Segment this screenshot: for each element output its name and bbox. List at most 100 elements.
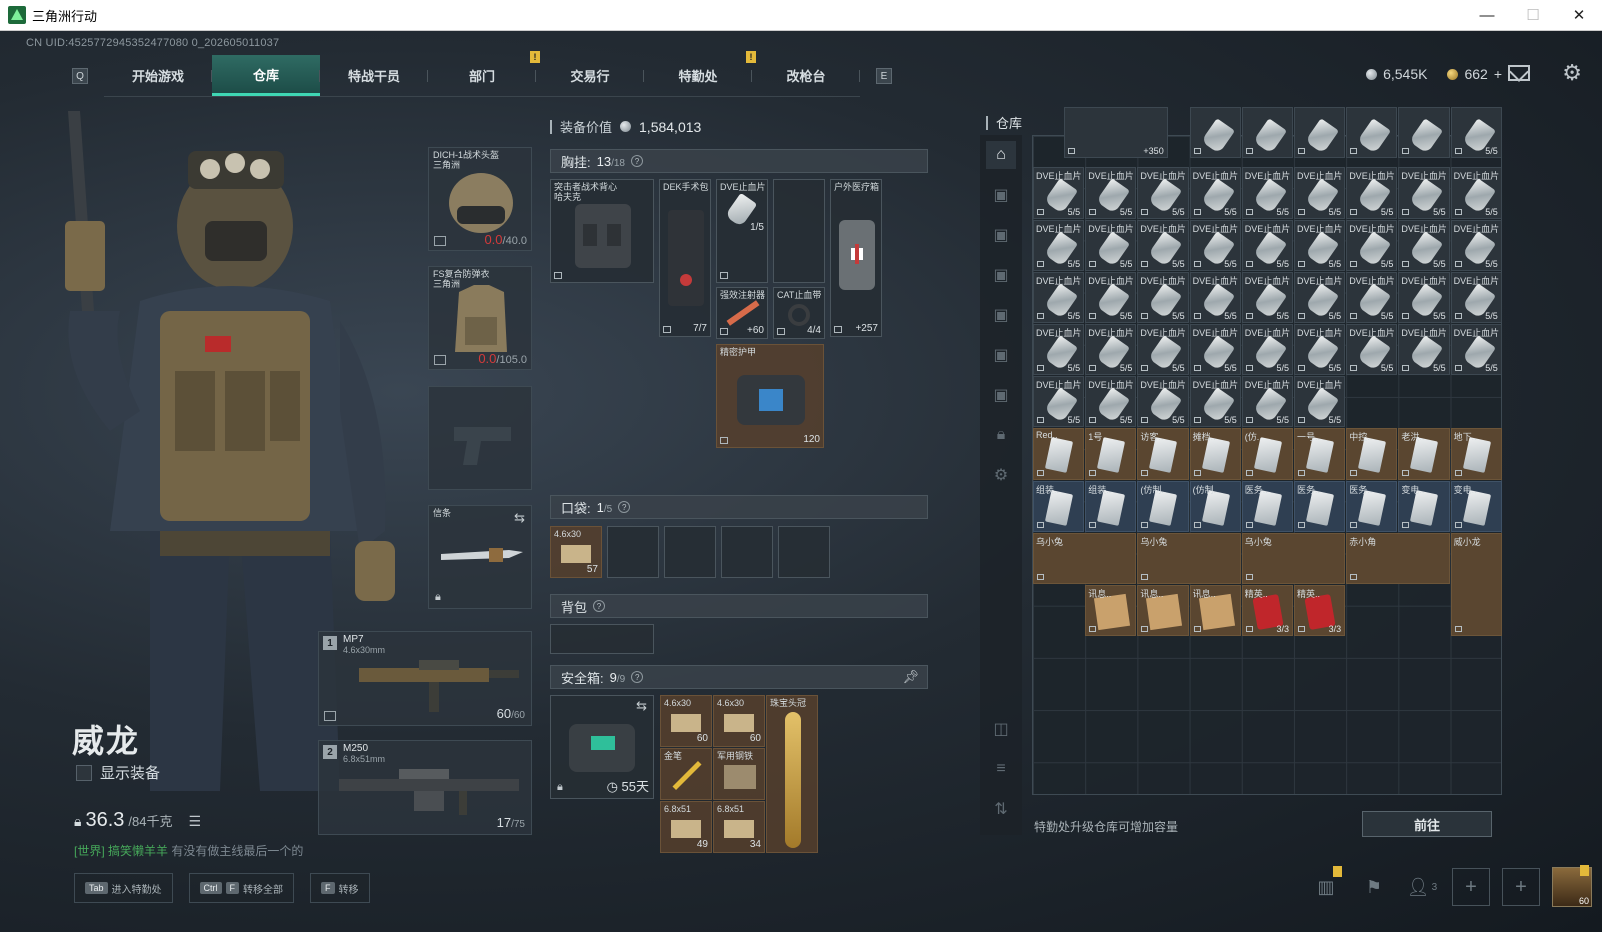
dve-bandage-item[interactable]: DVE止血片 5/5 — [1398, 167, 1450, 219]
safe-box[interactable]: ⇆ 🔒︎ ◷ 55天 — [550, 695, 654, 799]
dve-bandage-item[interactable]: DVE止血片 5/5 — [1137, 271, 1189, 323]
list-icon[interactable]: ☰ — [188, 813, 201, 830]
keycard-item[interactable]: 组装.. — [1085, 480, 1137, 532]
keycard-item[interactable]: 组装.. — [1033, 480, 1085, 532]
dve-bandage-item[interactable]: DVE止血片 5/5 — [1241, 271, 1293, 323]
add-currency-button[interactable]: + — [1494, 66, 1502, 82]
tourniquet-item[interactable]: CAT止血带 4/4 — [773, 287, 825, 339]
keycard-item[interactable]: Red.. — [1033, 428, 1085, 480]
collectible-item[interactable]: 乌小兔 — [1241, 532, 1346, 584]
settings-gear-icon[interactable]: ⚙ — [1562, 62, 1582, 84]
keycard-item[interactable]: 访客.. — [1137, 428, 1189, 480]
keycard-item[interactable]: (仿制.. — [1189, 480, 1241, 532]
goto-button[interactable]: 前往 — [1362, 811, 1492, 837]
maximize-button[interactable]: ☐ — [1510, 0, 1556, 30]
dve-bandage-item[interactable]: DVE止血片 5/5 — [1294, 219, 1346, 271]
show-gear-checkbox[interactable] — [76, 764, 92, 781]
keycard-item[interactable]: 变电.. — [1398, 480, 1450, 532]
pocket-slot-empty[interactable] — [721, 526, 773, 578]
surgery-kit-item[interactable]: DEK手术包 7/7 — [659, 179, 711, 337]
stash-tab-4[interactable]: ▣ — [986, 261, 1016, 289]
team-slot-add[interactable]: + — [1452, 868, 1490, 906]
chest-rig-item[interactable]: 突击者战术背心 哈夫克 — [550, 179, 654, 283]
dve-bandage-item[interactable]: DVE止血片 5/5 — [1189, 323, 1241, 376]
stash-lock-icon[interactable]: 🔒︎ — [986, 421, 1016, 449]
stash-tab-5[interactable]: ▣ — [986, 301, 1016, 329]
dve-bandage-item[interactable]: DVE止血片 5/5 — [1241, 219, 1293, 271]
dve-bandage-item[interactable]: DVE止血片 5/5 — [1398, 219, 1450, 271]
stash-item[interactable] — [1189, 107, 1241, 159]
dve-bandage-item[interactable]: DVE止血片 5/5 — [1450, 323, 1502, 376]
dve-bandage-item[interactable]: DVE止血片 5/5 — [1450, 219, 1502, 271]
nav-next-key[interactable]: E — [876, 68, 892, 84]
dve-bandage-item[interactable]: DVE止血片 5/5 — [1398, 271, 1450, 323]
keycard-item[interactable]: 医务.. — [1241, 480, 1293, 532]
medkit-item[interactable]: 户外医疗箱 +257 — [830, 179, 882, 337]
dve-bandage-item[interactable]: DVE止血片 5/5 — [1294, 323, 1346, 376]
dve-bandage-item[interactable]: DVE止血片 5/5 — [1346, 219, 1398, 271]
close-button[interactable]: ✕ — [1556, 0, 1602, 30]
dve-bandage-item[interactable]: DVE止血片 5/5 — [1398, 323, 1450, 376]
dve-bandage-item[interactable]: DVE止血片 5/5 — [1189, 271, 1241, 323]
pin-icon[interactable]: 📌︎ — [902, 669, 919, 685]
keycard-item[interactable]: (仿制.. — [1137, 480, 1189, 532]
stash-tab-all[interactable]: ⌂ — [986, 141, 1016, 169]
keycard-item[interactable]: 变电.. — [1450, 480, 1502, 532]
military-steel-item[interactable]: 军用钢铁 — [713, 748, 765, 800]
team-slot-add[interactable]: + — [1502, 868, 1540, 906]
stash-sort-icon[interactable]: ⇅ — [986, 795, 1016, 823]
dve-bandage-item[interactable]: DVE止血片 5/5 — [1189, 376, 1241, 428]
safe-ammo-item[interactable]: 4.6x30 60 — [660, 695, 712, 747]
stash-item[interactable]: +350 — [1064, 107, 1168, 159]
collectible-item[interactable]: 乌小兔 — [1137, 532, 1241, 584]
hotkey-special-ops[interactable]: Tab 进入特勤处 — [74, 873, 173, 903]
dve-bandage-item[interactable]: DVE止血片 5/5 — [1033, 376, 1085, 428]
friends-icon[interactable]: 👤︎ 3 — [1404, 869, 1440, 905]
crown-item[interactable]: 珠宝头冠 — [766, 695, 818, 853]
helmet-slot[interactable]: DICH-1战术头盔 三角洲 0.0/40.0 — [428, 147, 532, 251]
hotkey-transfer-all[interactable]: Ctrl F 转移全部 — [188, 873, 295, 903]
dve-bandage-item[interactable]: DVE止血片 5/5 — [1085, 271, 1137, 323]
tab-special-ops[interactable]: 特勤处! — [644, 51, 756, 96]
help-icon[interactable]: ? — [631, 671, 644, 683]
stash-item[interactable]: 5/5 — [1450, 107, 1502, 159]
tab-trading[interactable]: 交易行 — [536, 55, 644, 96]
keycard-item[interactable]: 老洪.. — [1398, 428, 1450, 480]
tab-warehouse[interactable]: 仓库 — [212, 55, 320, 96]
tab-start-game[interactable]: 开始游戏 — [104, 55, 212, 96]
dve-bandage-item[interactable]: DVE止血片 5/5 — [1294, 167, 1346, 219]
stash-tab-6[interactable]: ▣ — [986, 341, 1016, 369]
tab-operators[interactable]: 特战干员 — [320, 55, 428, 96]
dve-bandage-item[interactable]: DVE止血片 5/5 — [1241, 323, 1293, 376]
help-icon[interactable]: ? — [631, 155, 643, 167]
dve-bandage-item[interactable]: DVE止血片 5/5 — [1241, 167, 1293, 219]
pocket-slot-empty[interactable] — [664, 526, 716, 578]
keycard-item[interactable]: 摊档.. — [1189, 428, 1241, 480]
document-item[interactable]: 讯息.. — [1085, 584, 1137, 637]
empty-chest-slot[interactable] — [773, 179, 825, 283]
dve-bandage-item[interactable]: DVE止血片 5/5 — [1033, 271, 1085, 323]
collectible-item[interactable]: 乌小兔 — [1033, 532, 1137, 584]
show-gear-toggle[interactable]: 显示装备 — [76, 762, 160, 783]
stim-item[interactable]: 强效注射器 +60 — [716, 287, 768, 339]
stash-item[interactable] — [1398, 107, 1450, 159]
document-item[interactable]: 讯息.. — [1189, 584, 1241, 637]
tab-department[interactable]: 部门! — [428, 51, 540, 96]
dve-bandage-item[interactable]: DVE止血片 5/5 — [1189, 167, 1241, 219]
armor-plate-item[interactable]: 精密护甲 120 — [716, 344, 824, 448]
primary-weapon-slot[interactable]: 1 MP7 4.6x30mm 60/60 — [318, 631, 532, 726]
help-icon[interactable]: ? — [618, 501, 631, 513]
collectible-item[interactable]: 威小龙 — [1450, 532, 1502, 637]
melee-slot[interactable]: 信条 ⇆ 🔒︎ — [428, 505, 532, 609]
dve-bandage-item[interactable]: DVE止血片 5/5 — [1346, 271, 1398, 323]
hotkey-transfer[interactable]: F 转移 — [310, 873, 370, 903]
dve-bandage-item[interactable]: DVE止血片 5/5 — [1033, 219, 1085, 271]
dve-bandage-item[interactable]: DVE止血片 5/5 — [1137, 323, 1189, 376]
stash-item[interactable] — [1294, 107, 1346, 159]
keycard-item[interactable]: 中控.. — [1346, 428, 1398, 480]
minimize-button[interactable]: — — [1464, 0, 1510, 30]
dve-bandage-item[interactable]: DVE止血片 5/5 — [1137, 376, 1189, 428]
safe-ammo-item[interactable]: 6.8x51 49 — [660, 801, 712, 853]
stats-icon[interactable]: ▥ — [1308, 866, 1344, 905]
dve-bandage-item[interactable]: DVE止血片 5/5 — [1241, 376, 1293, 428]
